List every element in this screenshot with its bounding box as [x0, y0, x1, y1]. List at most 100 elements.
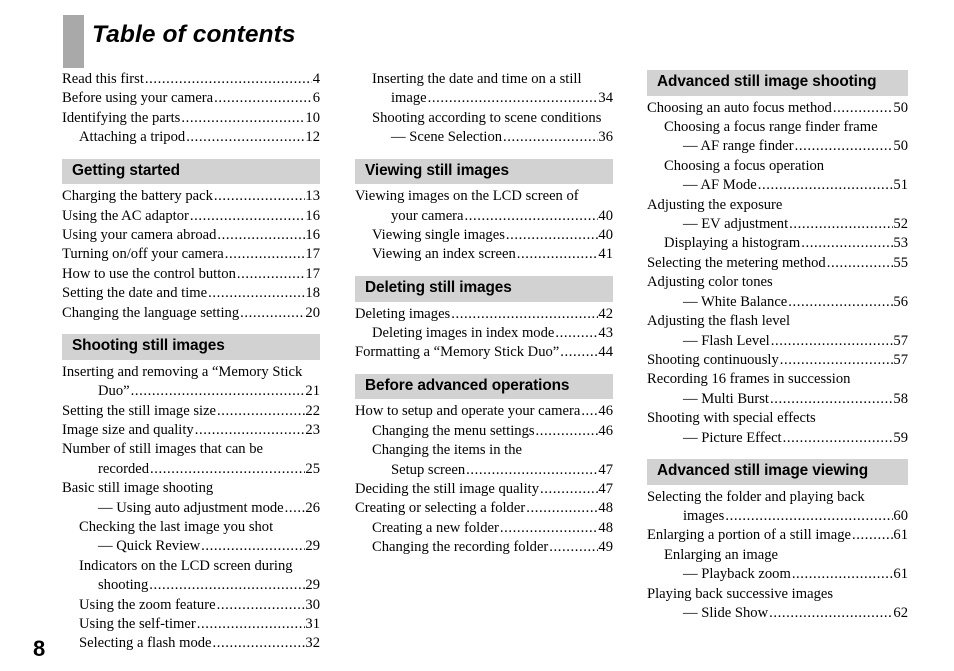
toc-entry-label: Using the AC adaptor — [62, 207, 189, 224]
toc-entry-label: recorded — [98, 460, 150, 477]
toc-entry[interactable]: Selecting a flash mode 32 — [62, 634, 320, 653]
toc-entry[interactable]: Inserting the date and time on a still — [355, 70, 613, 89]
toc-entry[interactable]: Selecting the metering method 55 — [647, 254, 908, 273]
toc-entry[interactable]: — Flash Level 57 — [647, 332, 908, 351]
section-heading: Before advanced operations — [355, 373, 613, 400]
toc-entry[interactable]: Changing the language setting 20 — [62, 304, 320, 323]
toc-entry[interactable]: Shooting according to scene conditions — [355, 109, 613, 128]
toc-entry-label: Selecting the metering method — [647, 254, 826, 271]
toc-entry[interactable]: Choosing a focus range finder frame — [647, 118, 908, 137]
toc-entry[interactable]: Basic still image shooting — [62, 479, 320, 498]
toc-entry[interactable]: Recording 16 frames in succession — [647, 370, 908, 389]
toc-entry-page: 23 — [305, 421, 320, 438]
toc-entry[interactable]: — Picture Effect 59 — [647, 429, 908, 448]
toc-entry[interactable]: Selecting the folder and playing back — [647, 488, 908, 507]
toc-entry[interactable]: Creating a new folder 48 — [355, 519, 613, 538]
toc-entry-page: 55 — [893, 254, 908, 271]
toc-entry[interactable]: Setup screen 47 — [355, 461, 613, 480]
toc-entry-label: Indicators on the LCD screen during — [79, 557, 293, 574]
toc-entry[interactable]: Choosing a focus operation — [647, 157, 908, 176]
toc-entry[interactable]: — Slide Show 62 — [647, 604, 908, 623]
toc-entry[interactable]: — AF Mode 51 — [647, 176, 908, 195]
toc-entry[interactable]: Setting the date and time 18 — [62, 284, 320, 303]
toc-entry-label: Shooting continuously — [647, 351, 779, 368]
toc-entry[interactable]: — White Balance 56 — [647, 293, 908, 312]
page-header: Table of contents — [0, 0, 954, 72]
toc-entry-label: Viewing single images — [372, 227, 505, 244]
toc-entry[interactable]: Setting the still image size 22 — [62, 402, 320, 421]
toc-entry-label: — Quick Review — [98, 538, 201, 555]
toc-entry-page: 57 — [893, 351, 908, 368]
toc-entry[interactable]: How to use the control button 17 — [62, 265, 320, 284]
toc-entry[interactable]: Changing the menu settings 46 — [355, 422, 613, 441]
toc-entry[interactable]: Attaching a tripod 12 — [62, 128, 320, 147]
toc-entry[interactable]: Displaying a histogram 53 — [647, 234, 908, 253]
toc-entry-page: 50 — [893, 138, 908, 155]
toc-entry[interactable]: — EV adjustment 52 — [647, 215, 908, 234]
toc-entry[interactable]: Enlarging an image — [647, 546, 908, 565]
toc-entry[interactable]: Using the zoom feature 30 — [62, 596, 320, 615]
toc-entry[interactable]: Changing the items in the — [355, 441, 613, 460]
toc-entry-label: Selecting the folder and playing back — [647, 488, 865, 505]
toc-entry[interactable]: Choosing an auto focus method 50 — [647, 99, 908, 118]
toc-entry[interactable]: Enlarging a portion of a still image 61 — [647, 526, 908, 545]
toc-leader-dots — [237, 265, 305, 284]
toc-entry[interactable]: Using your camera abroad 16 — [62, 226, 320, 245]
toc-entry[interactable]: Shooting continuously 57 — [647, 351, 908, 370]
toc-entry[interactable]: Read this first 4 — [62, 70, 320, 89]
toc-entry[interactable]: Viewing an index screen 41 — [355, 245, 613, 264]
toc-entry[interactable]: images 60 — [647, 507, 908, 526]
toc-entry[interactable]: Before using your camera 6 — [62, 89, 320, 108]
toc-entry[interactable]: Indicators on the LCD screen during — [62, 557, 320, 576]
toc-entry[interactable]: recorded 25 — [62, 460, 320, 479]
toc-entry-page: 49 — [598, 539, 613, 556]
toc-entry[interactable]: Adjusting the flash level — [647, 312, 908, 331]
toc-leader-dots — [150, 460, 305, 479]
toc-entry[interactable]: Creating or selecting a folder 48 — [355, 499, 613, 518]
toc-leader-dots — [503, 128, 598, 147]
toc-leader-dots — [186, 128, 305, 147]
toc-entry[interactable]: — Using auto adjustment mode 26 — [62, 499, 320, 518]
toc-entry-label: image — [391, 90, 427, 107]
toc-entry[interactable]: Checking the last image you shot — [62, 518, 320, 537]
toc-entry[interactable]: Image size and quality 23 — [62, 421, 320, 440]
toc-entry[interactable]: How to setup and operate your camera 46 — [355, 402, 613, 421]
toc-entry[interactable]: Adjusting color tones — [647, 273, 908, 292]
toc-entry[interactable]: Inserting and removing a “Memory Stick — [62, 363, 320, 382]
toc-entry-label: — AF range finder — [683, 138, 794, 155]
toc-entry[interactable]: Number of still images that can be — [62, 440, 320, 459]
toc-entry[interactable]: — Scene Selection 36 — [355, 128, 613, 147]
toc-entry[interactable]: Using the self-timer 31 — [62, 615, 320, 634]
toc-entry[interactable]: your camera 40 — [355, 207, 613, 226]
toc-entry[interactable]: Turning on/off your camera 17 — [62, 245, 320, 264]
toc-entry[interactable]: — Quick Review 29 — [62, 537, 320, 556]
toc-leader-dots — [131, 382, 305, 401]
toc-leader-dots — [217, 596, 305, 615]
toc-entry[interactable]: Deciding the still image quality 47 — [355, 480, 613, 499]
toc-entry[interactable]: Using the AC adaptor 16 — [62, 207, 320, 226]
toc-entry[interactable]: Charging the battery pack 13 — [62, 187, 320, 206]
toc-entry[interactable]: shooting 29 — [62, 576, 320, 595]
toc-entry[interactable]: Viewing images on the LCD screen of — [355, 187, 613, 206]
toc-entry[interactable]: Deleting images in index mode 43 — [355, 324, 613, 343]
toc-entry-label: Shooting with special effects — [647, 410, 816, 427]
toc-entry-label: — AF Mode — [683, 177, 757, 194]
toc-entry[interactable]: Duo” 21 — [62, 382, 320, 401]
toc-entry-label: — Multi Burst — [683, 390, 769, 407]
toc-entry-page: 62 — [893, 605, 908, 621]
toc-entry[interactable]: — Playback zoom 61 — [647, 565, 908, 584]
toc-entry[interactable]: Adjusting the exposure — [647, 196, 908, 215]
toc-entry[interactable]: Deleting images 42 — [355, 305, 613, 324]
toc-leader-dots — [465, 207, 598, 226]
toc-entry[interactable]: Shooting with special effects — [647, 409, 908, 428]
toc-entry[interactable]: Changing the recording folder 49 — [355, 538, 613, 557]
toc-entry[interactable]: Viewing single images 40 — [355, 226, 613, 245]
toc-leader-dots — [285, 499, 305, 518]
toc-entry[interactable]: — Multi Burst 58 — [647, 390, 908, 409]
toc-entry[interactable]: Playing back successive images — [647, 585, 908, 604]
toc-entry[interactable]: image 34 — [355, 89, 613, 108]
toc-leader-dots — [725, 507, 893, 526]
toc-entry[interactable]: Identifying the parts 10 — [62, 109, 320, 128]
toc-entry[interactable]: Formatting a “Memory Stick Duo” 44 — [355, 343, 613, 362]
toc-entry[interactable]: — AF range finder 50 — [647, 137, 908, 156]
